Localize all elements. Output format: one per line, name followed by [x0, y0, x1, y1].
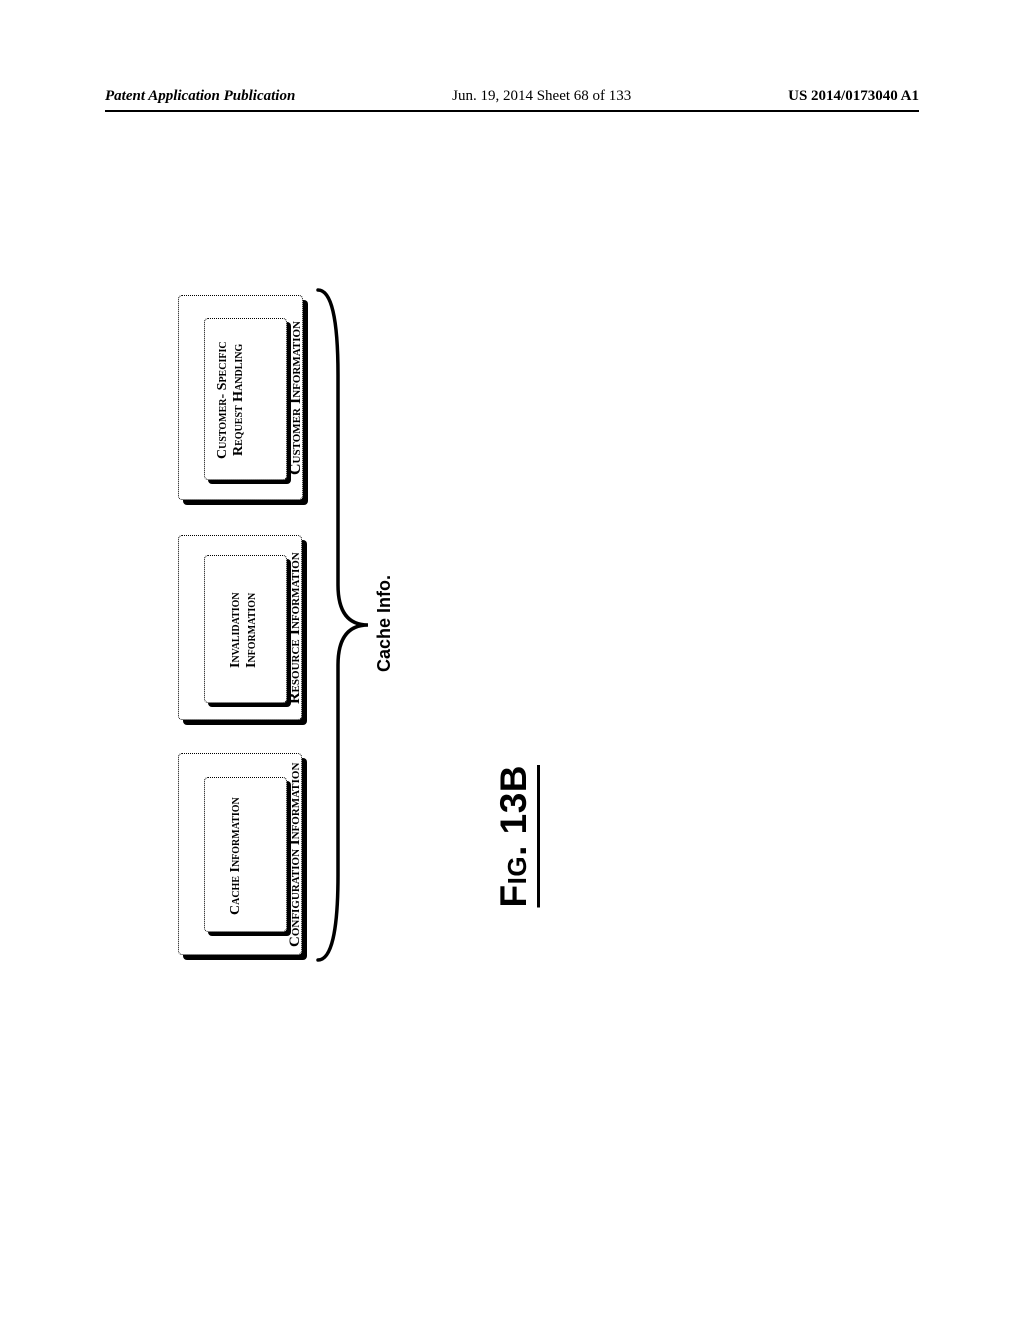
figure-caption: Fig. 13B [493, 765, 535, 907]
header-right: US 2014/0173040 A1 [788, 88, 919, 105]
figure-caption-text: Fig. 13B [493, 765, 534, 907]
section-title: Configuration Information [287, 759, 304, 951]
section-resource-information: Resource Information Invalidation Inform… [178, 535, 302, 720]
header-rule [105, 110, 919, 112]
subsection-cache-info: Cache Information [204, 777, 287, 932]
section-customer-information: Customer Information Customer- Specific … [178, 295, 303, 500]
subsection-title: Cache Information [228, 796, 244, 916]
subsection-title: Customer- Specific Request Handling [215, 327, 247, 473]
header-center: Jun. 19, 2014 Sheet 68 of 133 [452, 88, 631, 105]
header-left: Patent Application Publication [105, 88, 295, 105]
section-title: Customer Information [287, 306, 305, 491]
subsection-invalidation: Invalidation Information [204, 555, 287, 703]
page-header: Patent Application Publication Jun. 19, … [105, 88, 919, 105]
section-configuration-information: Configuration Information Cache Informat… [178, 753, 302, 955]
brace-label: Cache Info. [375, 575, 393, 672]
section-title: Resource Information [286, 546, 304, 711]
subsection-title: Invalidation Information [228, 569, 260, 691]
subsection-customer-specific: Customer- Specific Request Handling [204, 318, 287, 480]
diagram-fig-13b: Customer Information Customer- Specific … [178, 295, 611, 955]
brace-icon [313, 285, 373, 965]
